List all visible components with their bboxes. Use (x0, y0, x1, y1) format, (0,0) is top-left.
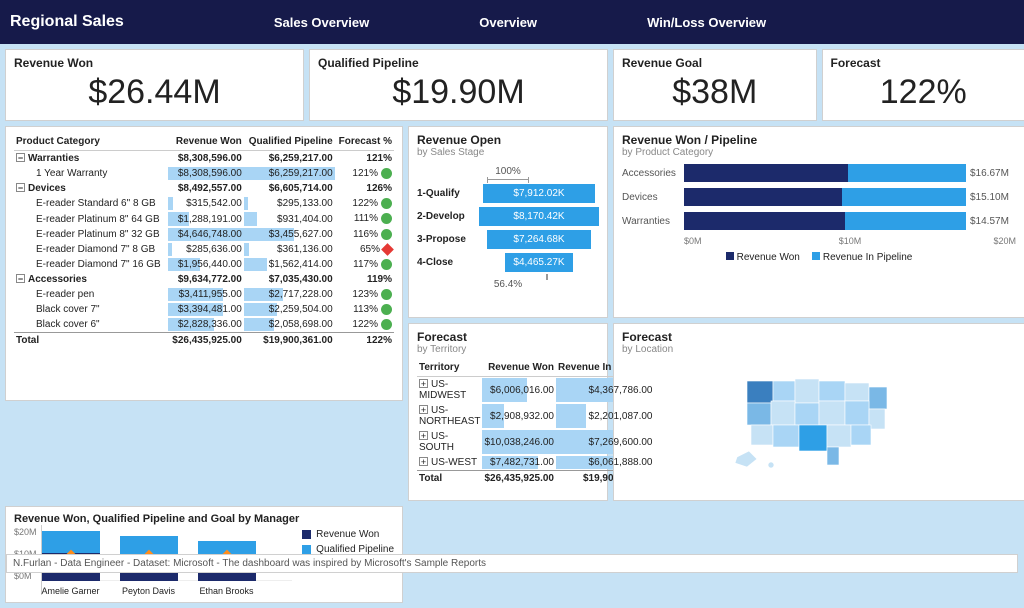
card-title: Forecast (417, 330, 599, 344)
page-title: Regional Sales (10, 13, 124, 31)
hbar-row[interactable]: Warranties $14.57M (622, 212, 1016, 230)
collapse-icon[interactable]: − (16, 274, 25, 283)
table-row[interactable]: −Devices $8,492,557.00$6,605,714.00126% (14, 181, 394, 196)
kpi-revenue-won[interactable]: Revenue Won $26.44M (5, 49, 304, 121)
card-sub: by Sales Stage (417, 147, 599, 158)
funnel-row[interactable]: 3-Propose $7,264.68K (417, 230, 599, 249)
table-row[interactable]: E-reader pen $3,411,955.00 $2,717,228.00… (14, 287, 394, 302)
card-title: Revenue Won, Qualified Pipeline and Goal… (14, 513, 394, 525)
kpi-label: Qualified Pipeline (318, 56, 599, 70)
status-indicator (381, 229, 392, 240)
rev-pipe-card[interactable]: Revenue Won / Pipeline by Product Catego… (613, 126, 1024, 318)
nav-winloss[interactable]: Win/Loss Overview (647, 15, 766, 30)
footer-text: N.Furlan - Data Engineer - Dataset: Micr… (6, 554, 1018, 573)
kpi-value: $38M (622, 70, 808, 114)
card-title: Revenue Won / Pipeline (622, 133, 1016, 147)
table-row[interactable]: E-reader Diamond 7" 16 GB $1,956,440.00 … (14, 257, 394, 272)
nav-overview[interactable]: Overview (479, 15, 537, 30)
status-indicator (381, 319, 392, 330)
kpi-value: $19.90M (318, 70, 599, 114)
kpi-revenue-goal[interactable]: Revenue Goal $38M (613, 49, 817, 121)
expand-icon[interactable]: + (419, 405, 428, 414)
kpi-label: Revenue Won (14, 56, 295, 70)
funnel-row[interactable]: 1-Qualify $7,912.02K (417, 184, 599, 203)
card-sub: by Territory (417, 344, 599, 355)
kpi-label: Forecast (831, 56, 1017, 70)
table-row[interactable]: E-reader Platinum 8" 64 GB $1,288,191.00… (14, 211, 394, 226)
table-row[interactable]: −Accessories $9,634,772.00$7,035,430.001… (14, 272, 394, 287)
funnel-top-pct: 100% (417, 166, 599, 177)
kpi-value: 122% (831, 70, 1017, 114)
status-indicator (381, 243, 394, 256)
us-map[interactable] (622, 359, 1016, 489)
table-row[interactable]: E-reader Standard 6" 8 GB $315,542.00 $2… (14, 196, 394, 211)
top-nav: Regional Sales Sales Overview Overview W… (0, 0, 1024, 44)
nav-sales-overview[interactable]: Sales Overview (274, 15, 369, 30)
status-indicator (381, 168, 392, 179)
hbar-row[interactable]: Devices $15.10M (622, 188, 1016, 206)
kpi-forecast[interactable]: Forecast 122% (822, 49, 1024, 121)
status-indicator (381, 259, 392, 270)
kpi-value: $26.44M (14, 70, 295, 114)
status-indicator (381, 198, 392, 209)
card-sub: by Location (622, 344, 1016, 355)
product-table-card[interactable]: Product CategoryRevenue WonQualified Pip… (5, 126, 403, 401)
card-sub: by Product Category (622, 147, 1016, 158)
collapse-icon[interactable]: − (16, 183, 25, 192)
table-row[interactable]: Black cover 7" $3,394,481.00 $2,259,504.… (14, 302, 394, 317)
table-row[interactable]: E-reader Diamond 7" 8 GB $285,636.00 $36… (14, 242, 394, 257)
status-indicator (381, 289, 392, 300)
revenue-open-card[interactable]: Revenue Open by Sales Stage 100% 1-Quali… (408, 126, 608, 318)
kpi-qualified-pipeline[interactable]: Qualified Pipeline $19.90M (309, 49, 608, 121)
table-row[interactable]: 1 Year Warranty $8,308,596.00 $6,259,217… (14, 166, 394, 181)
funnel-row[interactable]: 4-Close $4,465.27K (417, 253, 599, 272)
table-row[interactable]: Black cover 6" $2,828,336.00 $2,058,698.… (14, 317, 394, 333)
card-title: Revenue Open (417, 133, 599, 147)
expand-icon[interactable]: + (419, 379, 428, 388)
table-row[interactable]: −Warranties $8,308,596.00$6,259,217.0012… (14, 151, 394, 167)
forecast-territory-card[interactable]: Forecast by Territory TerritoryRevenue W… (408, 323, 608, 501)
table-row[interactable]: E-reader Platinum 8" 32 GB $4,646,748.00… (14, 227, 394, 242)
funnel-bot-pct: 56.4% (417, 279, 599, 290)
expand-icon[interactable]: + (419, 457, 428, 466)
card-title: Forecast (622, 330, 1016, 344)
expand-icon[interactable]: + (419, 431, 428, 440)
forecast-location-card[interactable]: Forecast by Location (613, 323, 1024, 501)
collapse-icon[interactable]: − (16, 153, 25, 162)
status-indicator (381, 213, 392, 224)
status-indicator (381, 304, 392, 315)
funnel-row[interactable]: 2-Develop $8,170.42K (417, 207, 599, 226)
hbar-row[interactable]: Accessories $16.67M (622, 164, 1016, 182)
kpi-label: Revenue Goal (622, 56, 808, 70)
